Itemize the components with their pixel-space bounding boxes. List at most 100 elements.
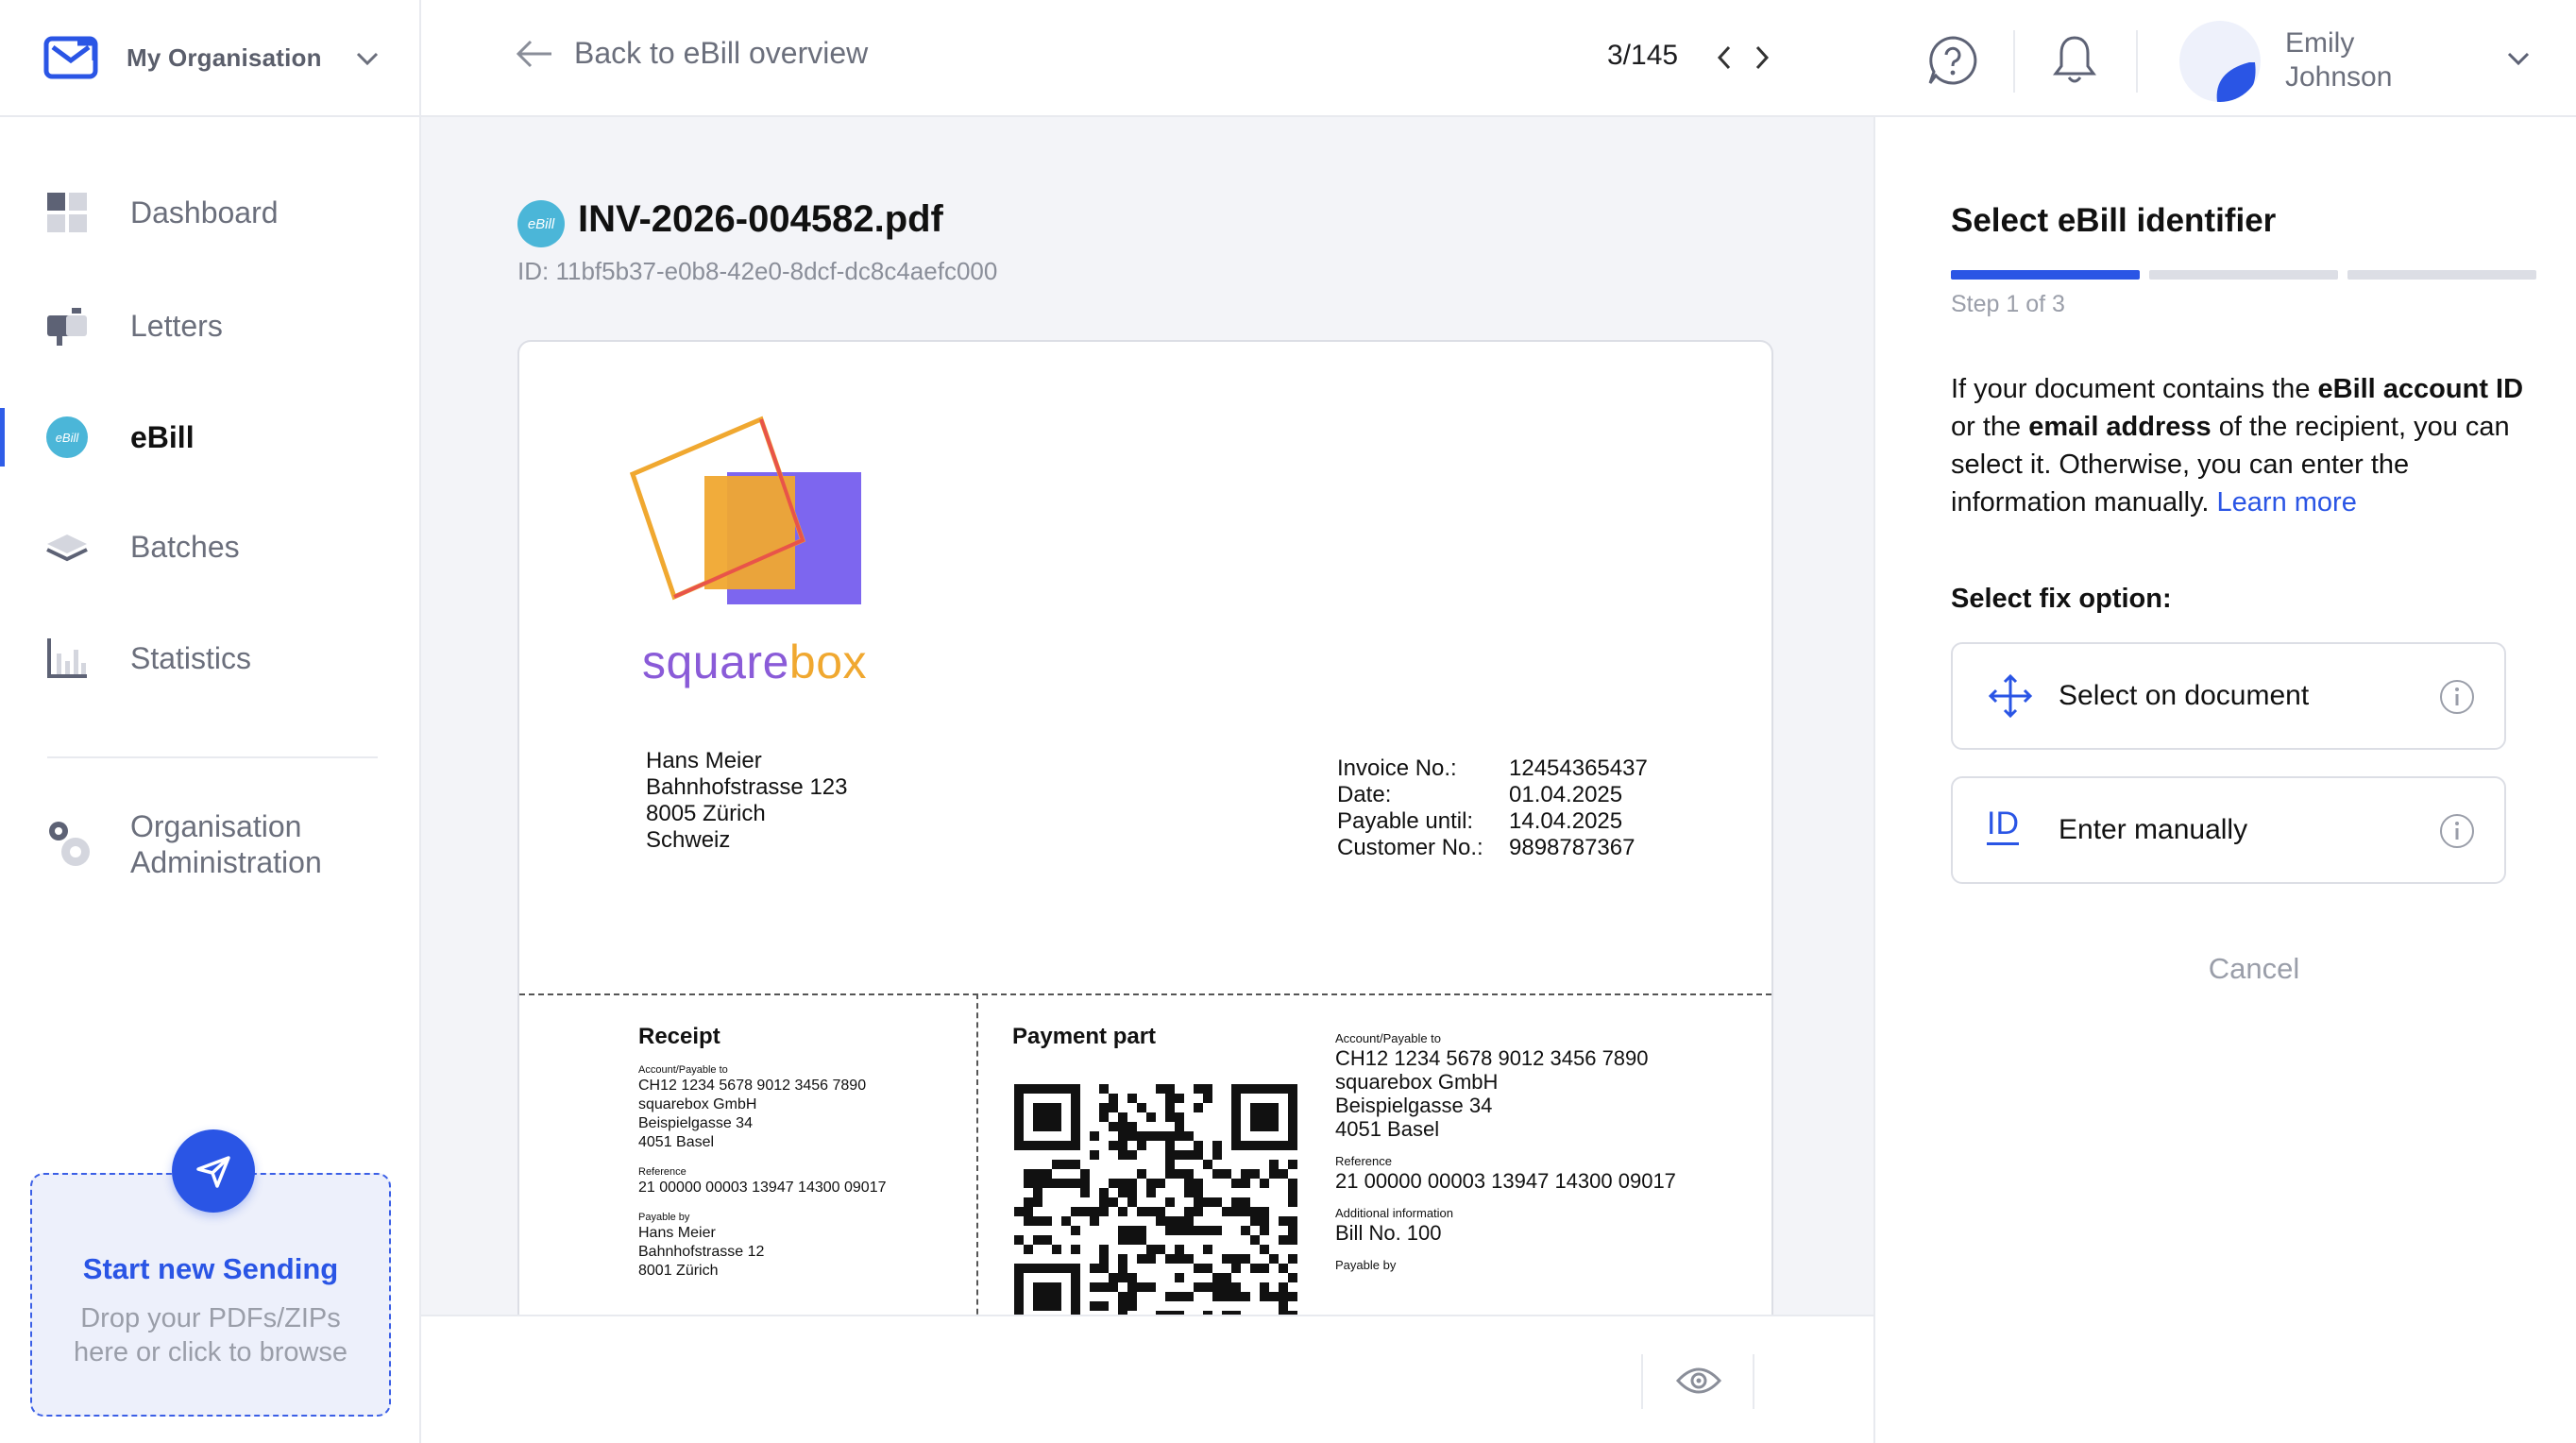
sidebar-divider bbox=[47, 756, 378, 758]
payment-reference: 21 00000 00003 13947 14300 09017 bbox=[1335, 1169, 1676, 1193]
enter-manually-option[interactable]: ID Enter manually bbox=[1951, 776, 2506, 884]
payment-reference-label: Reference bbox=[1335, 1154, 1392, 1168]
organisation-name: My Organisation bbox=[127, 43, 322, 72]
option-label: Enter manually bbox=[2059, 814, 2248, 845]
sidebar-item-label: Organisation Administration bbox=[130, 808, 322, 880]
receipt-section: Receipt Account/Payable to CH12 1234 567… bbox=[638, 1024, 886, 1281]
chevron-left-icon[interactable] bbox=[1715, 43, 1734, 72]
layers-icon bbox=[46, 535, 88, 562]
recipient-address: Hans Meier Bahnhofstrasse 123 8005 Züric… bbox=[646, 748, 847, 854]
dropzone-hint-line2: here or click to browse bbox=[73, 1337, 348, 1367]
sidebar-item-statistics[interactable]: Statistics bbox=[0, 616, 419, 701]
eye-icon[interactable] bbox=[1675, 1364, 1722, 1398]
chevron-down-icon[interactable] bbox=[2506, 49, 2531, 68]
cancel-button[interactable]: Cancel bbox=[1875, 952, 2576, 986]
viewer-toolbar bbox=[421, 1315, 1873, 1443]
sidebar-item-ebill[interactable]: eBill eBill bbox=[0, 395, 419, 480]
bell-icon[interactable] bbox=[2049, 32, 2100, 87]
meta-value: 01.04.2025 bbox=[1509, 782, 1623, 807]
organisation-switcher[interactable]: My Organisation bbox=[0, 0, 419, 117]
avatar-icon bbox=[2216, 62, 2256, 102]
receipt-account-label: Account/Payable to bbox=[638, 1064, 728, 1076]
receipt-reference: 21 00000 00003 13947 14300 09017 bbox=[638, 1180, 887, 1196]
document-preview[interactable]: squarebox Hans Meier Bahnhofstrasse 123 … bbox=[517, 340, 1773, 1315]
id-icon: ID bbox=[1987, 805, 2019, 845]
sidebar-item-label: Batches bbox=[130, 529, 240, 564]
meta-key: Invoice No.: bbox=[1337, 755, 1457, 781]
panel-description: If your document contains the eBill acco… bbox=[1951, 370, 2536, 521]
org-admin-line2: Administration bbox=[130, 845, 322, 879]
info-icon[interactable] bbox=[2438, 812, 2476, 850]
dropzone-hint: Drop your PDFs/ZIPs here or click to bro… bbox=[60, 1301, 361, 1369]
address-line: 8005 Zürich bbox=[646, 801, 766, 826]
user-last-name: Johnson bbox=[2285, 61, 2393, 93]
receipt-payable-by-line: 8001 Zürich bbox=[638, 1263, 719, 1279]
squarebox-logo-icon bbox=[629, 416, 861, 604]
desc-bold: email address bbox=[2028, 412, 2212, 442]
chevron-right-icon[interactable] bbox=[1753, 43, 1771, 72]
panel-title: Select eBill identifier bbox=[1951, 202, 2277, 239]
meta-value: 12454365437 bbox=[1509, 755, 1648, 781]
meta-key: Customer No.: bbox=[1337, 835, 1483, 860]
sidebar-item-label: Statistics bbox=[130, 640, 252, 675]
learn-more-link[interactable]: Learn more bbox=[2217, 487, 2357, 518]
payment-info: Account/Payable to CH12 1234 5678 9012 3… bbox=[1335, 1031, 1676, 1273]
receipt-account-line: 4051 Basel bbox=[638, 1134, 715, 1150]
sidebar-item-batches[interactable]: Batches bbox=[0, 504, 419, 589]
back-to-overview-link[interactable]: Back to eBill overview bbox=[516, 36, 868, 71]
back-label: Back to eBill overview bbox=[574, 36, 869, 70]
meta-row: Invoice No.: 12454365437 bbox=[1337, 755, 1648, 782]
sidebar-item-label: Letters bbox=[130, 308, 223, 343]
payment-account-label: Account/Payable to bbox=[1335, 1031, 1442, 1045]
gear-icon bbox=[49, 822, 90, 866]
move-arrows-icon bbox=[1988, 673, 2033, 719]
payment-account-line: Beispielgasse 34 bbox=[1335, 1094, 1493, 1117]
payment-account-line: CH12 1234 5678 9012 3456 7890 bbox=[1335, 1046, 1649, 1070]
app-logo-icon bbox=[43, 36, 98, 79]
meta-row: Customer No.: 9898787367 bbox=[1337, 835, 1648, 861]
user-name[interactable]: Emily Johnson bbox=[2285, 26, 2392, 94]
address-line: Hans Meier bbox=[646, 748, 762, 773]
document-pager: 3/145 bbox=[1607, 40, 1679, 71]
sidebar-item-dashboard[interactable]: Dashboard bbox=[0, 170, 419, 255]
svg-text:eBill: eBill bbox=[56, 431, 80, 445]
meta-value: 9898787367 bbox=[1509, 835, 1635, 860]
receipt-account-line: Beispielgasse 34 bbox=[638, 1115, 753, 1131]
address-line: Schweiz bbox=[646, 827, 731, 853]
payment-additional-info: Bill No. 100 bbox=[1335, 1221, 1442, 1245]
payment-slip-divider bbox=[976, 993, 978, 1315]
avatar[interactable] bbox=[2179, 21, 2261, 102]
bar-chart-icon bbox=[47, 638, 87, 678]
desc-bold: eBill account ID bbox=[2317, 374, 2524, 404]
logo-wordmark: squarebox bbox=[642, 635, 867, 689]
select-on-document-option[interactable]: Select on document bbox=[1951, 642, 2506, 750]
meta-row: Payable until: 14.04.2025 bbox=[1337, 808, 1648, 835]
sidebar-item-label: eBill bbox=[130, 419, 195, 454]
payment-slip-separator bbox=[519, 993, 1771, 995]
sidebar-item-letters[interactable]: Letters bbox=[0, 283, 419, 368]
payment-account-line: squarebox GmbH bbox=[1335, 1070, 1499, 1094]
chevron-down-icon[interactable] bbox=[355, 49, 380, 68]
sidebar: My Organisation Dashboard Letters eBill … bbox=[0, 0, 421, 1443]
receipt-reference-label: Reference bbox=[638, 1166, 686, 1178]
toolbar-separator bbox=[1641, 1354, 1643, 1409]
arrow-left-icon bbox=[516, 40, 551, 67]
help-icon[interactable] bbox=[1926, 34, 1979, 87]
toolbar-separator bbox=[1753, 1354, 1754, 1409]
user-first-name: Emily bbox=[2285, 27, 2355, 59]
dropzone-hint-line1: Drop your PDFs/ZIPs bbox=[80, 1303, 341, 1333]
receipt-payable-by-line: Bahnhofstrasse 12 bbox=[638, 1244, 765, 1260]
receipt-payable-by-line: Hans Meier bbox=[638, 1225, 716, 1241]
top-bar: Back to eBill overview 3/145 Emily Johns… bbox=[421, 0, 2576, 117]
sidebar-item-organisation-administration[interactable]: Organisation Administration bbox=[0, 803, 419, 897]
info-icon[interactable] bbox=[2438, 678, 2476, 716]
payment-part-section: Payment part bbox=[1012, 1024, 1156, 1050]
start-sending-button[interactable] bbox=[172, 1129, 255, 1213]
desc-text: If your document contains the bbox=[1951, 374, 2318, 404]
option-label: Select on document bbox=[2059, 680, 2310, 711]
document-viewer: eBill INV-2026-004582.pdf ID: 11bf5b37-e… bbox=[421, 117, 1873, 1315]
receipt-payable-by-label: Payable by bbox=[638, 1212, 690, 1223]
fix-option-label: Select fix option: bbox=[1951, 584, 2172, 614]
step-1-bar bbox=[1951, 270, 2140, 280]
org-admin-line1: Organisation bbox=[130, 809, 302, 843]
